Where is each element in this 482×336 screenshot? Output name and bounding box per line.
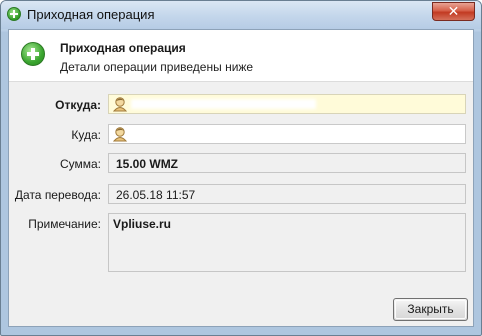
plus-circle-icon xyxy=(7,7,21,21)
plus-circle-icon xyxy=(21,42,45,66)
title-bar[interactable]: Приходная операция ✕ xyxy=(1,1,481,29)
header-subtitle: Детали операции приведены ниже xyxy=(60,60,254,74)
dialog-content: Приходная операция Детали операции приве… xyxy=(8,29,474,327)
amount-value: 15.00 WMZ xyxy=(116,157,179,171)
date-value: 26.05.18 11:57 xyxy=(116,188,196,202)
close-button[interactable]: Закрыть xyxy=(393,298,468,321)
close-icon: ✕ xyxy=(447,3,460,19)
date-field: 26.05.18 11:57 xyxy=(108,184,466,204)
redacted-value xyxy=(131,99,316,109)
dialog-window: Приходная операция ✕ Приходная операция … xyxy=(0,0,482,336)
from-field[interactable] xyxy=(108,94,466,114)
to-label: Куда: xyxy=(71,128,101,142)
user-icon xyxy=(112,97,128,112)
user-icon xyxy=(112,127,128,142)
note-value: Vpliuse.ru xyxy=(113,217,172,231)
window-title: Приходная операция xyxy=(27,7,155,22)
window-close-button[interactable]: ✕ xyxy=(432,2,475,21)
redacted-value xyxy=(131,129,316,139)
note-label: Примечание: xyxy=(28,217,101,231)
dialog-header: Приходная операция Детали операции приве… xyxy=(9,30,473,82)
date-label: Дата перевода: xyxy=(14,188,101,202)
to-field[interactable] xyxy=(108,124,466,144)
amount-label: Сумма: xyxy=(59,157,101,171)
header-title: Приходная операция xyxy=(60,41,186,55)
from-label: Откуда: xyxy=(55,98,101,112)
note-field[interactable]: Vpliuse.ru xyxy=(108,213,466,272)
amount-field: 15.00 WMZ xyxy=(108,153,466,173)
